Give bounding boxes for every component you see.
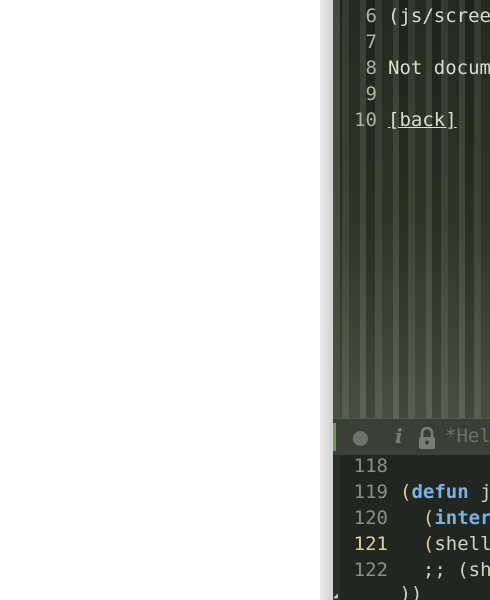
emacs-frame: 6 (js/scree 7 8 Not docum 9 10 [back] i … [333, 0, 490, 600]
window-border [320, 0, 334, 600]
line-number: 8 [365, 57, 377, 79]
line-number: 6 [365, 5, 377, 27]
help-line: 10 [back] [333, 107, 490, 133]
current-code-line: 121 (shell [333, 531, 490, 557]
line-text: (defun j [400, 479, 490, 505]
line-number: 9 [365, 83, 377, 105]
line-text: (inter [400, 505, 490, 531]
code-window[interactable]: 118 119 (defun j 120 (inter 121 (shell 1… [333, 455, 490, 600]
line-text: Not docum [388, 57, 490, 79]
code-line: 122 ;; (sh [333, 557, 490, 583]
keyword: inter [434, 507, 490, 529]
help-line: 7 [333, 29, 490, 55]
line-number: 120 [353, 507, 388, 529]
code-line: 119 (defun j [333, 479, 490, 505]
line-text: (js/scree [388, 5, 490, 27]
lock-icon[interactable] [417, 427, 437, 449]
line-number: 122 [353, 559, 388, 581]
open-paren: ( [400, 481, 412, 503]
line-text: (shell [400, 531, 490, 557]
line-number: 10 [354, 109, 377, 131]
help-line: 9 [333, 81, 490, 107]
help-window[interactable]: 6 (js/scree 7 8 Not docum 9 10 [back] [333, 0, 490, 418]
active-window-indicator [333, 423, 336, 451]
line-number: 7 [365, 31, 377, 53]
code-line: )) [333, 581, 490, 600]
resize-grip-icon[interactable]: ◢ [333, 591, 340, 600]
comment-text: ;; (sh [400, 559, 490, 581]
modified-status-icon[interactable] [353, 431, 368, 446]
help-line: 8 Not docum [333, 55, 490, 81]
code-rest: shell [434, 533, 490, 555]
line-number: 119 [353, 481, 388, 503]
help-line: 6 (js/scree [333, 3, 490, 29]
info-icon[interactable]: i [395, 424, 403, 448]
open-paren: ( [400, 507, 435, 529]
mode-line[interactable]: i *Hel [333, 418, 490, 456]
current-line-number: 121 [353, 533, 388, 555]
code-line: 120 (inter [333, 505, 490, 531]
code-rest: j [468, 481, 490, 503]
buffer-name[interactable]: *Hel [445, 425, 490, 447]
open-paren: ( [400, 533, 435, 555]
keyword: defun [411, 481, 469, 503]
back-link[interactable]: [back] [388, 107, 457, 133]
close-parens: )) [388, 583, 423, 600]
line-number: 118 [353, 455, 388, 477]
code-line: 118 [333, 453, 490, 479]
